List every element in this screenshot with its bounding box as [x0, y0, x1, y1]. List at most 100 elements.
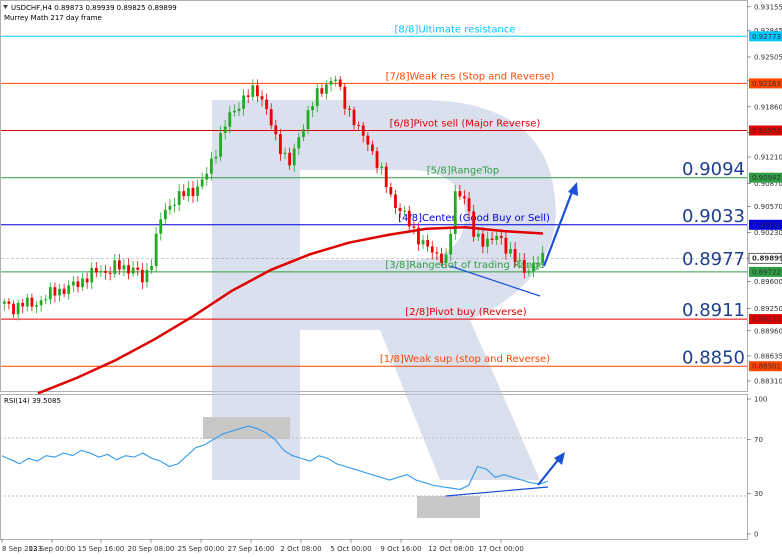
candle-body	[209, 158, 213, 174]
candle-body	[191, 187, 195, 196]
candle-body	[232, 110, 236, 113]
candle-body	[205, 173, 209, 180]
candle-body	[274, 125, 278, 135]
candle-body	[35, 305, 38, 307]
candle-body	[251, 85, 255, 97]
candle-body	[518, 259, 522, 262]
candle-body	[2, 301, 6, 304]
candle-body	[81, 278, 84, 288]
candle-body	[306, 110, 310, 130]
candle-body	[403, 210, 407, 212]
key-level-label: 0.8911	[682, 300, 745, 321]
candle-body	[177, 191, 181, 205]
candle-body	[108, 272, 112, 274]
candle-body	[338, 79, 342, 87]
candle-body	[302, 129, 305, 138]
candle-body	[140, 269, 144, 283]
candle-body	[421, 240, 425, 245]
level-price-tag-text: 0.89722	[752, 268, 781, 276]
level-price-tag-text: 0.91553	[752, 127, 781, 135]
candle-body	[242, 95, 245, 109]
rsi-axis: 100 70 30 0	[747, 396, 767, 539]
candle-body	[394, 194, 397, 209]
time-tick-label: 20 Sep 08:00	[128, 545, 175, 553]
candle-body	[435, 252, 439, 254]
price-panel-frame	[0, 0, 748, 392]
candle-body	[509, 249, 512, 254]
candle-body	[375, 151, 379, 168]
candle-body	[12, 303, 15, 315]
candle-body	[186, 187, 190, 197]
candle-body	[255, 85, 259, 97]
candle-body	[463, 196, 466, 199]
time-tick-label: 9 Oct 16:00	[380, 545, 421, 553]
level-label: [6/8]Pivot sell (Major Reverse)	[390, 119, 541, 130]
time-tick-label: 15 Sep 16:00	[78, 545, 125, 553]
candle-body	[67, 285, 71, 294]
level-price-tag-text: 0.90942	[752, 174, 781, 182]
candle-body	[320, 88, 324, 94]
candle-body	[499, 235, 503, 238]
candle-body	[288, 152, 292, 166]
candle-body	[265, 99, 268, 110]
candle-body	[58, 288, 61, 296]
candle-body	[329, 81, 333, 85]
level-label: [3/8]RangeBot of trading Range	[385, 260, 544, 271]
candle-body	[21, 302, 25, 307]
time-tick-label: 17 Oct 00:00	[478, 545, 524, 553]
candle-body	[541, 252, 545, 263]
time-tick-label: 25 Sep 00:00	[178, 545, 225, 553]
level-label: [5/8]RangeTop	[427, 166, 499, 177]
price-tick-label: 0.91860	[754, 103, 782, 111]
candle-body	[131, 267, 135, 274]
candle-body	[522, 259, 526, 273]
candle-body	[513, 249, 517, 262]
candle-body	[536, 262, 540, 264]
candle-body	[94, 268, 98, 273]
rsi-tick-label: 0	[754, 531, 758, 539]
time-tick-label: 13 Sep 00:00	[29, 545, 76, 553]
candle-body	[532, 262, 535, 272]
candle-body	[389, 187, 393, 195]
key-level-label: 0.8977	[682, 249, 745, 270]
candle-body	[384, 166, 388, 188]
rsi-zone-low	[417, 496, 480, 518]
rsi-tick-label: 70	[754, 436, 763, 444]
candle-body	[315, 88, 319, 107]
price-tick-label: 0.89250	[754, 305, 782, 313]
candle-body	[279, 134, 282, 155]
price-tick-label: 0.90230	[754, 229, 782, 237]
candle-body	[71, 281, 75, 286]
candle-body	[490, 238, 494, 241]
level-price-tag-text: 0.92773	[752, 33, 781, 41]
key-level-label: 0.9033	[682, 206, 745, 227]
level-price-tag-text: 0.92163	[752, 80, 781, 88]
candle-body	[48, 287, 52, 300]
price-axis: 0.931550.928450.925050.921950.918600.915…	[747, 3, 782, 385]
collapse-triangle-icon[interactable]	[3, 5, 8, 9]
candle-body	[495, 235, 499, 241]
candle-body	[168, 205, 172, 210]
time-tick-label: 12 Oct 08:00	[428, 545, 474, 553]
candle-body	[352, 109, 356, 125]
candle-body	[159, 219, 163, 234]
candle-body	[269, 109, 273, 126]
candle-body	[426, 240, 430, 247]
candle-body	[467, 198, 471, 212]
candle-body	[145, 269, 149, 283]
candle-body	[200, 179, 204, 187]
candle-body	[30, 297, 34, 307]
candle-body	[472, 211, 476, 237]
candle-body	[154, 233, 158, 267]
candle-body	[292, 148, 296, 166]
candle-body	[237, 108, 241, 111]
candle-body	[246, 95, 250, 97]
candle-body	[136, 267, 140, 270]
price-tick-label: 0.88635	[754, 352, 782, 360]
candle-body	[407, 210, 411, 227]
candle-body	[348, 108, 351, 110]
candle-body	[486, 238, 489, 247]
candle-body	[412, 226, 416, 228]
candle-body	[85, 278, 89, 283]
candle-body	[127, 265, 130, 274]
